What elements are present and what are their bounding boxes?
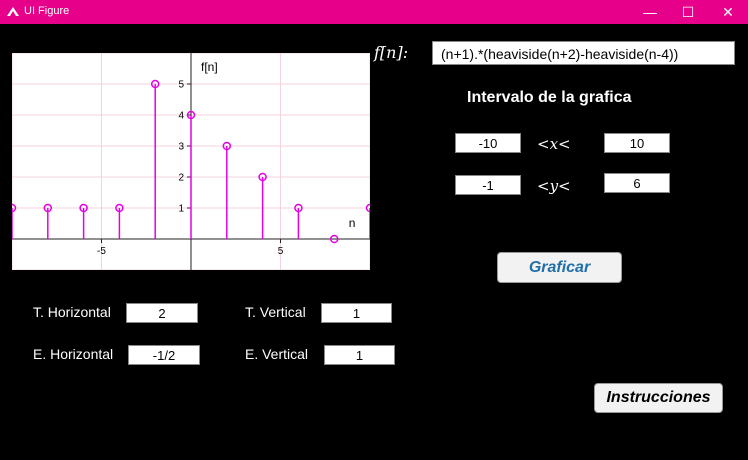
stem-plot[interactable]: -5 5 1 2 3 4 5 f[n] n	[12, 53, 370, 270]
plot-button[interactable]: Graficar	[497, 252, 622, 283]
y-tick-label: 3	[178, 142, 184, 153]
h-scale-label: E. Horizontal	[33, 346, 114, 362]
x-min-field[interactable]: -10	[455, 133, 521, 153]
y-tick-label: 4	[178, 111, 184, 122]
window-title: UI Figure	[24, 5, 70, 17]
formula-label: f[n]:	[374, 43, 409, 62]
maximize-button[interactable]: ☐	[666, 0, 710, 24]
title-bar: UI Figure — ☐ ✕	[0, 0, 748, 24]
formula-input[interactable]: (n+1).*(heaviside(n+2)-heaviside(n-4))	[432, 41, 735, 65]
x-interval-label: <x<	[537, 135, 571, 153]
x-axis-label: n	[349, 216, 356, 230]
y-axis-label: f[n]	[201, 60, 218, 74]
h-shift-field[interactable]: 2	[126, 303, 198, 323]
x-tick-label: 5	[278, 246, 284, 257]
x-max-field[interactable]: 10	[604, 133, 670, 153]
y-min-field[interactable]: -1	[455, 175, 521, 195]
v-scale-label: E. Vertical	[245, 346, 309, 362]
x-tick-label: -5	[97, 246, 106, 257]
matlab-logo-icon	[7, 7, 19, 16]
h-shift-label: T. Horizontal	[33, 304, 111, 320]
y-interval-label: <y<	[537, 177, 571, 195]
instructions-button[interactable]: Instrucciones	[594, 383, 723, 413]
y-tick-label: 2	[178, 173, 184, 184]
y-tick-label: 5	[178, 80, 184, 91]
close-button[interactable]: ✕	[706, 0, 748, 24]
v-shift-label: T. Vertical	[245, 304, 306, 320]
v-scale-field[interactable]: 1	[324, 345, 395, 365]
interval-heading: Intervalo de la grafica	[467, 89, 632, 106]
y-max-field[interactable]: 6	[604, 173, 670, 193]
y-tick-label: 1	[178, 204, 184, 215]
h-scale-field[interactable]: -1/2	[128, 345, 200, 365]
v-shift-field[interactable]: 1	[321, 303, 392, 323]
